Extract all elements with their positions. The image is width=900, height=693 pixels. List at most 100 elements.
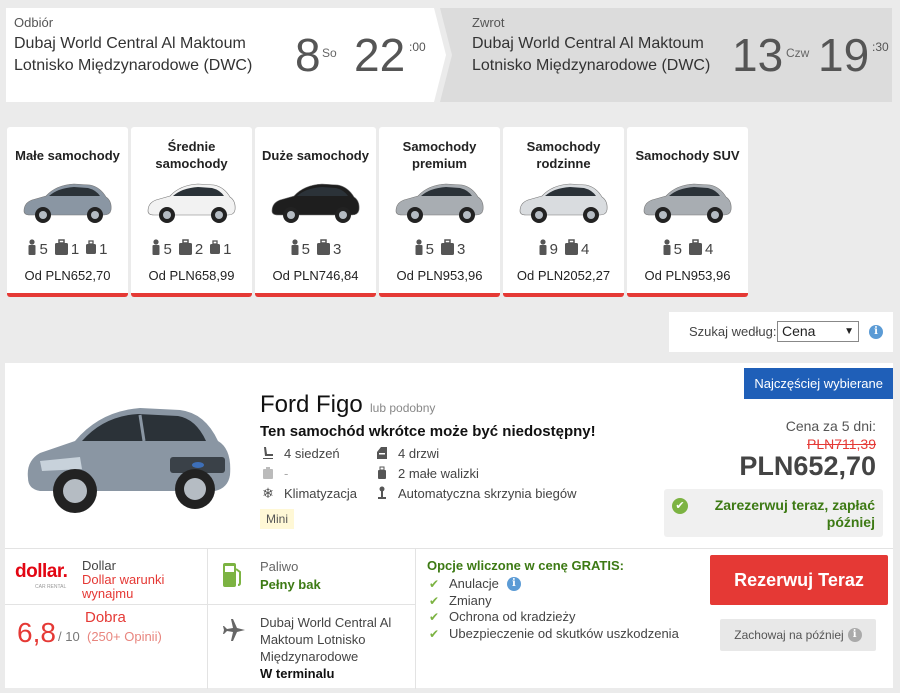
sort-control: Szukaj według: Cena ▼ i xyxy=(669,312,893,352)
category-card[interactable]: Duże samochody 5 3 Od PLN746,84 xyxy=(255,127,376,297)
category-price: Od PLN953,96 xyxy=(644,268,731,283)
category-car-image xyxy=(643,183,732,223)
reserve-now-button[interactable]: Rezerwuj Teraz xyxy=(710,555,888,605)
large-bags-feature: 2 xyxy=(178,239,203,259)
category-features: 54 xyxy=(627,239,748,259)
supplier-terms-link[interactable]: Dollar warunki wynajmu xyxy=(82,573,202,601)
info-icon[interactable]: i xyxy=(869,325,883,339)
category-features: 53 xyxy=(379,239,500,259)
car-image xyxy=(27,408,231,513)
supplier-name: Dollar xyxy=(82,558,116,573)
old-price: PLN711,39 xyxy=(806,436,876,452)
popular-badge: Najczęściej wybierane xyxy=(744,368,893,399)
pickup-minute: :00 xyxy=(409,40,426,54)
category-car-image xyxy=(395,183,484,223)
info-icon: i xyxy=(847,628,862,642)
list-item: ✔ Ubezpieczenie od skutków uszkodzenia xyxy=(429,625,679,641)
seats-feature: 5 xyxy=(290,239,310,259)
category-name: Duże samochody xyxy=(262,147,369,163)
dropoff-location: Dubaj World Central Al Maktoum Lotnisko … xyxy=(472,35,711,74)
person-icon xyxy=(538,239,548,259)
dropoff-minute: :30 xyxy=(872,40,889,54)
suitcase-icon xyxy=(564,239,579,259)
spec-seats: 4 siedzeń xyxy=(260,445,340,461)
plane-icon xyxy=(223,619,245,641)
large-bags-feature: 4 xyxy=(564,239,589,259)
check-icon: ✔ xyxy=(429,626,440,641)
rating-out-of: / 10 xyxy=(58,629,80,644)
pickup-location: Dubaj World Central Al Maktoum Lotnisko … xyxy=(14,35,253,74)
check-icon: ✔ xyxy=(429,577,440,591)
info-icon[interactable]: i xyxy=(506,577,521,592)
price-period-label: Cena za 5 dni: xyxy=(785,418,876,434)
pickup-day: 8 xyxy=(295,29,321,81)
category-card[interactable]: Małe samochody 5 1 1 Od PLN652,70 xyxy=(7,127,128,297)
category-card[interactable]: Samochody rodzinne 9 4 Od PLN2052,27 xyxy=(503,127,624,297)
category-price: Od PLN953,96 xyxy=(396,268,483,283)
category-card[interactable]: Samochody SUV 5 4 Od PLN953,96 xyxy=(627,127,748,297)
dropoff-day: 13 xyxy=(732,29,784,81)
dropoff-panel[interactable]: Zwrot Dubaj World Central Al Maktoum Lot… xyxy=(440,8,892,102)
spec-small-bags: 2 małe walizki xyxy=(374,465,479,481)
terminal-note: W terminalu xyxy=(260,666,335,681)
category-name: Małe samochody xyxy=(15,147,120,163)
spec-ac: ❄ Klimatyzacja xyxy=(260,485,357,501)
dropoff-dow: Czw xyxy=(786,46,810,60)
fuel-label: Paliwo xyxy=(260,559,299,574)
check-icon: ✔ xyxy=(429,610,440,624)
seats-feature: 5 xyxy=(414,239,434,259)
person-icon xyxy=(290,239,300,259)
availability-warning: Ten samochód wkrótce może być niedostępn… xyxy=(260,423,596,440)
current-price: PLN652,70 xyxy=(739,451,876,481)
save-for-later-button[interactable]: Zachowaj na później i xyxy=(720,619,876,651)
pickup-label: Odbiór xyxy=(14,15,54,30)
person-icon xyxy=(27,239,37,259)
seats-feature: 5 xyxy=(151,239,172,259)
result-card: Najczęściej wybierane Ford Figo lub podo… xyxy=(5,363,893,689)
check-icon: ✔ xyxy=(429,593,440,608)
bag-icon xyxy=(374,465,390,481)
chevron-down-icon: ▼ xyxy=(844,326,854,337)
pay-later-note: ✔ Zarezerwuj teraz, zapłać później xyxy=(664,489,883,537)
category-card[interactable]: Średnie samochody 5 2 1 Od PLN658,99 xyxy=(131,127,252,297)
category-name: Samochody premium xyxy=(402,139,477,171)
small-bags-feature: 1 xyxy=(209,239,232,259)
seats-feature: 5 xyxy=(27,239,48,259)
trip-summary[interactable]: Odbiór Dubaj World Central Al Maktoum Lo… xyxy=(6,8,892,102)
pickup-panel[interactable]: Odbiór Dubaj World Central Al Maktoum Lo… xyxy=(6,8,446,102)
pickup-dow: So xyxy=(322,46,337,60)
category-price: Od PLN2052,27 xyxy=(516,268,611,283)
spec-large-bags: - xyxy=(260,465,288,481)
fuel-pump-icon xyxy=(223,563,241,587)
category-card[interactable]: Samochody premium 5 3 Od PLN953,96 xyxy=(379,127,500,297)
large-bags-feature: 3 xyxy=(316,239,341,259)
rating-score: 6,8 xyxy=(17,617,56,648)
included-options-title: Opcje wliczone w cenę GRATIS: xyxy=(427,558,624,573)
bag-icon xyxy=(85,240,97,258)
spec-transmission: Automatyczna skrzynia biegów xyxy=(374,485,576,501)
sort-select[interactable]: Cena ▼ xyxy=(777,321,859,342)
seats-feature: 9 xyxy=(538,239,558,259)
included-options-list: ✔ Anulacje i ✔ Zmiany ✔ Ochrona od kradzieży… xyxy=(429,576,679,642)
check-circle-icon: ✔ xyxy=(672,498,688,514)
small-bags-feature: 1 xyxy=(85,239,108,259)
fuel-value: Pełny bak xyxy=(260,577,321,592)
car-similar-note: lub podobny xyxy=(370,401,436,415)
category-price: Od PLN652,70 xyxy=(24,268,111,283)
category-features: 511 xyxy=(7,239,128,259)
person-icon xyxy=(151,239,161,259)
suitcase-icon xyxy=(178,239,193,259)
dropoff-hour: 19 xyxy=(818,29,870,81)
category-features: 521 xyxy=(131,239,252,259)
category-name: Średnie samochody xyxy=(155,139,228,171)
supplier-logo: dollar. xyxy=(15,561,68,582)
supplier-logo-sub: CAR RENTAL xyxy=(35,584,67,590)
suitcase-icon xyxy=(688,239,703,259)
rating-count[interactable]: (250+ Opinii) xyxy=(87,629,162,644)
spec-doors: 4 drzwi xyxy=(374,445,439,461)
category-price: Od PLN746,84 xyxy=(272,268,359,283)
car-name: Ford Figo xyxy=(260,391,363,418)
car-class-tag: Mini xyxy=(260,509,295,529)
rating-label: Dobra xyxy=(85,609,126,626)
pickup-location-detail: Dubaj World Central Al Maktoum Lotnisko … xyxy=(260,615,392,681)
